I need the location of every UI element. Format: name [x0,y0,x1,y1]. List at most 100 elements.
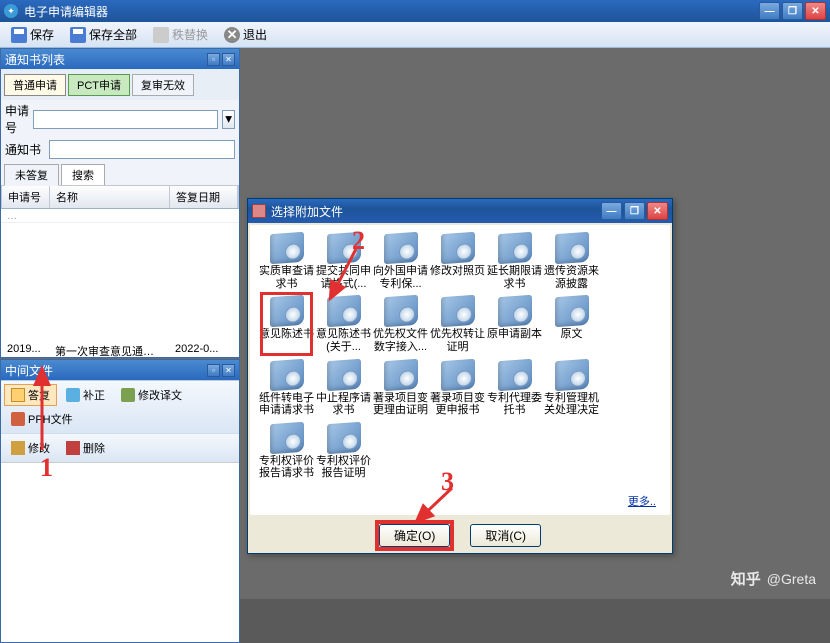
file-item[interactable]: 专利管理机关处理决定 [543,360,600,417]
ok-button[interactable]: 确定(O) [379,524,450,547]
appno-dropdown-button[interactable]: ▾ [222,110,235,129]
file-label: 著录项目变更理由证明 [373,392,429,417]
file-item[interactable]: 优先权转让证明 [429,296,486,353]
dialog-icon [252,204,266,218]
app-title: 电子申请编辑器 [24,3,759,20]
file-item[interactable]: 专利权评价报告证明 [315,423,372,480]
exit-button[interactable]: ✕退出 [217,23,274,46]
file-label: 专利代理委托书 [487,392,543,417]
save-all-icon [70,27,86,43]
more-link[interactable]: 更多.. [628,493,656,509]
file-icon-grid[interactable]: 实质审查请求书提交共同申请格式(...向外国申请专利保...修改对照页延长期限请… [250,225,670,515]
file-item[interactable]: 著录项目变更申报书 [429,360,486,417]
dialog-maximize-button[interactable]: ❐ [624,202,645,220]
file-item[interactable]: 优先权文件数字接入... [372,296,429,353]
close-button[interactable]: ✕ [805,2,826,20]
panel-pin-button[interactable]: ▫ [207,364,220,377]
panel-pin-button[interactable]: ▫ [207,53,220,66]
table-row[interactable]: 2019... 第一次审查意见通知书 2022-0... [1,341,239,357]
tab-reexam[interactable]: 复审无效 [132,74,194,96]
reply-icon [11,388,25,402]
minimize-button[interactable]: — [759,2,780,20]
translate-icon [121,388,135,402]
panel-title: 中间文件 [5,362,53,379]
document-icon [384,232,418,264]
appno-input[interactable] [33,110,218,129]
file-label: 原文 [544,328,600,341]
file-item[interactable]: 纸件转电子申请请求书 [258,360,315,417]
correct-icon [66,388,80,402]
document-icon [327,358,361,390]
file-item[interactable]: 意见陈述书 [258,296,315,353]
app-icon: ✦ [4,4,18,18]
replace-button[interactable]: 秩替换 [146,23,215,46]
grid-header: 申请号 名称 答复日期 [1,185,239,209]
document-icon [270,422,304,454]
annotation-3: 3 [441,467,454,497]
annotation-2: 2 [352,226,365,256]
file-label: 专利权评价报告请求书 [259,455,315,480]
file-item[interactable]: 原申请副本 [486,296,543,353]
file-label: 遗传资源来源披露 [544,265,600,290]
file-item[interactable]: 原文 [543,296,600,353]
file-item[interactable]: 实质审查请求书 [258,233,315,290]
file-item[interactable]: 意见陈述书(关于... [315,296,372,353]
file-item[interactable]: 延长期限请求书 [486,233,543,290]
save-all-button[interactable]: 保存全部 [63,23,144,46]
notice-list-panel: 通知书列表 ▫ ✕ 普通申请 PCT申请 复审无效 申请号 ▾ [0,48,240,358]
notice-input[interactable] [49,140,235,159]
subtab-unreplied[interactable]: 未答复 [4,164,59,186]
replace-icon [153,27,169,43]
document-icon [555,358,589,390]
correct-button[interactable]: 补正 [59,384,112,406]
file-label: 实质审查请求书 [259,265,315,290]
file-item[interactable]: 专利权评价报告请求书 [258,423,315,480]
file-item[interactable]: 中止程序请求书 [315,360,372,417]
cancel-button[interactable]: 取消(C) [470,524,541,547]
file-label: 修改对照页 [430,265,486,278]
dialog-close-button[interactable]: ✕ [647,202,668,220]
file-list-area[interactable] [1,462,239,642]
appno-label: 申请号 [5,102,29,136]
attach-file-dialog: 选择附加文件 — ❐ ✕ 实质审查请求书提交共同申请格式(...向外国申请专利保… [247,198,673,554]
delete-icon [66,441,80,455]
file-item[interactable]: 修改对照页 [429,233,486,290]
file-item[interactable]: 专利代理委托书 [486,360,543,417]
file-item[interactable]: 著录项目变更理由证明 [372,360,429,417]
file-label: 意见陈述书 [259,328,315,341]
file-item[interactable]: 遗传资源来源披露 [543,233,600,290]
delete-button[interactable]: 删除 [59,437,112,459]
document-icon [555,232,589,264]
reply-button[interactable]: 答复 [4,384,57,406]
tab-normal-app[interactable]: 普通申请 [4,74,66,96]
document-icon [327,295,361,327]
ppt-icon [11,412,25,426]
file-label: 提交共同申请格式(... [316,265,372,290]
file-item[interactable]: 向外国申请专利保... [372,233,429,290]
document-icon [441,232,475,264]
subtab-search[interactable]: 搜索 [61,164,105,185]
watermark: 知乎 @Greta [731,568,816,589]
file-label: 优先权文件数字接入... [373,328,429,353]
document-icon [270,295,304,327]
edit-icon [11,441,25,455]
tab-pct-app[interactable]: PCT申请 [68,74,130,96]
document-icon [441,295,475,327]
panel-close-button[interactable]: ✕ [222,364,235,377]
maximize-button[interactable]: ❐ [782,2,803,20]
file-label: 中止程序请求书 [316,392,372,417]
file-label: 延长期限请求书 [487,265,543,290]
table-row[interactable]: … [1,209,239,223]
file-label: 意见陈述书(关于... [316,328,372,353]
document-icon [270,232,304,264]
main-titlebar: ✦ 电子申请编辑器 — ❐ ✕ [0,0,830,22]
file-label: 优先权转让证明 [430,328,486,353]
grid-body[interactable]: … 2019... 第一次审查意见通知书 2022-0... [1,209,239,357]
ppt-file-button[interactable]: PPH文件 [4,408,80,430]
save-icon [11,27,27,43]
save-button[interactable]: 保存 [4,23,61,46]
dialog-minimize-button[interactable]: — [601,202,622,220]
panel-close-button[interactable]: ✕ [222,53,235,66]
translate-button[interactable]: 修改译文 [114,384,189,406]
dialog-title: 选择附加文件 [271,203,601,220]
